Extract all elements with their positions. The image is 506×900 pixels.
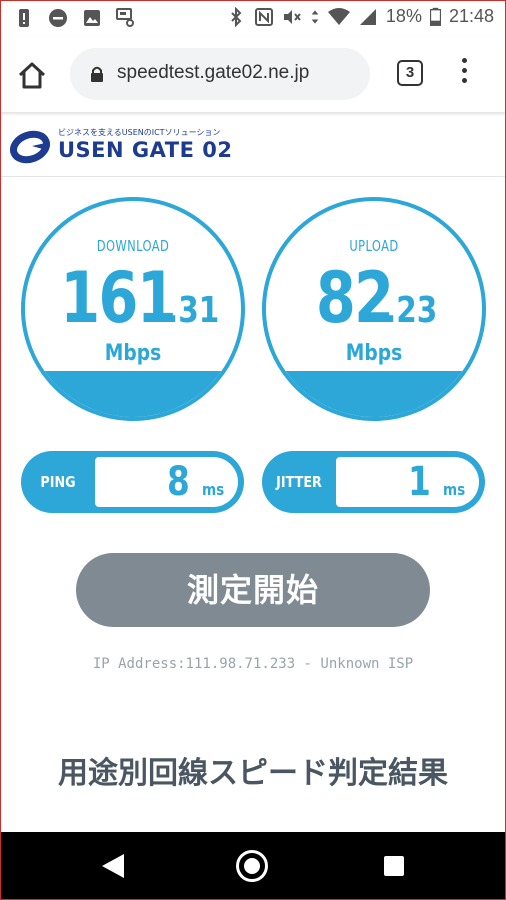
system-nav-bar <box>0 832 506 900</box>
ping-label: PING <box>40 473 76 491</box>
nfc-card-icon <box>116 8 134 27</box>
jitter-result: JITTER 1 ms <box>262 451 485 513</box>
jitter-unit: ms <box>442 480 466 499</box>
recent-apps-icon[interactable] <box>384 856 404 876</box>
jitter-value-box: 1 ms <box>336 457 479 507</box>
upload-value-int: 82 <box>316 257 394 339</box>
jitter-label: JITTER <box>276 473 322 491</box>
status-bar: 18% 21:48 <box>0 0 506 36</box>
upload-value-dec: .23 <box>384 290 438 331</box>
logo-tagline: ビジネスを支えるUSENのICTソリューション <box>58 128 221 137</box>
battery-percent: 18% <box>385 6 422 26</box>
start-test-button[interactable]: 測定開始 <box>76 553 430 627</box>
battery-icon <box>429 7 441 26</box>
alert-icon <box>19 9 29 27</box>
logo-mark-icon <box>10 130 50 164</box>
download-unit: Mbps <box>104 341 162 366</box>
do-not-disturb-icon <box>49 9 67 27</box>
data-arrows-icon <box>311 9 319 24</box>
download-label: DOWNLOAD <box>96 237 170 255</box>
download-value: 161.31 <box>25 257 241 339</box>
back-icon[interactable] <box>100 852 126 880</box>
browser-toolbar: speedtest.gate02.ne.jp 3 <box>0 36 506 112</box>
download-gauge-fill <box>25 371 241 417</box>
logo-name: USEN GATE 02 <box>58 138 233 162</box>
address-bar[interactable]: speedtest.gate02.ne.jp <box>70 48 370 100</box>
ip-address-info: IP Address:111.98.71.233 - Unknown ISP <box>92 656 414 672</box>
lock-icon <box>91 66 103 82</box>
wifi-icon <box>327 7 350 25</box>
jitter-value: 1 <box>408 459 431 505</box>
mute-icon <box>283 9 301 24</box>
upload-value: 82.23 <box>266 257 482 339</box>
overflow-menu-icon[interactable] <box>458 58 470 90</box>
download-value-int: 161 <box>60 257 177 339</box>
ping-value: 8 <box>167 459 190 505</box>
nfc-icon <box>254 7 273 26</box>
site-header: ビジネスを支えるUSENのICTソリューション USEN GATE 02 <box>0 112 506 177</box>
tab-switcher-button[interactable]: 3 <box>397 60 423 86</box>
download-gauge: DOWNLOAD 161.31 Mbps <box>21 197 245 421</box>
usen-gate-logo[interactable]: ビジネスを支えるUSENのICTソリューション USEN GATE 02 <box>10 126 250 170</box>
upload-unit: Mbps <box>345 341 403 366</box>
upload-gauge-fill <box>266 371 482 417</box>
section-title: 用途別回線スピード判定結果 <box>58 756 448 791</box>
upload-gauge: UPLOAD 82.23 Mbps <box>262 197 486 421</box>
clock: 21:48 <box>448 6 494 26</box>
bluetooth-icon <box>231 6 242 27</box>
url-text: speedtest.gate02.ne.jp <box>117 62 310 83</box>
ping-value-box: 8 ms <box>95 457 238 507</box>
home-icon[interactable] <box>16 60 48 92</box>
ping-unit: ms <box>201 480 225 499</box>
signal-icon <box>359 8 376 25</box>
image-icon <box>84 10 100 26</box>
ping-result: PING 8 ms <box>21 451 244 513</box>
download-value-dec: .31 <box>167 290 220 331</box>
home-nav-icon[interactable] <box>236 850 268 882</box>
upload-label: UPLOAD <box>349 237 399 255</box>
